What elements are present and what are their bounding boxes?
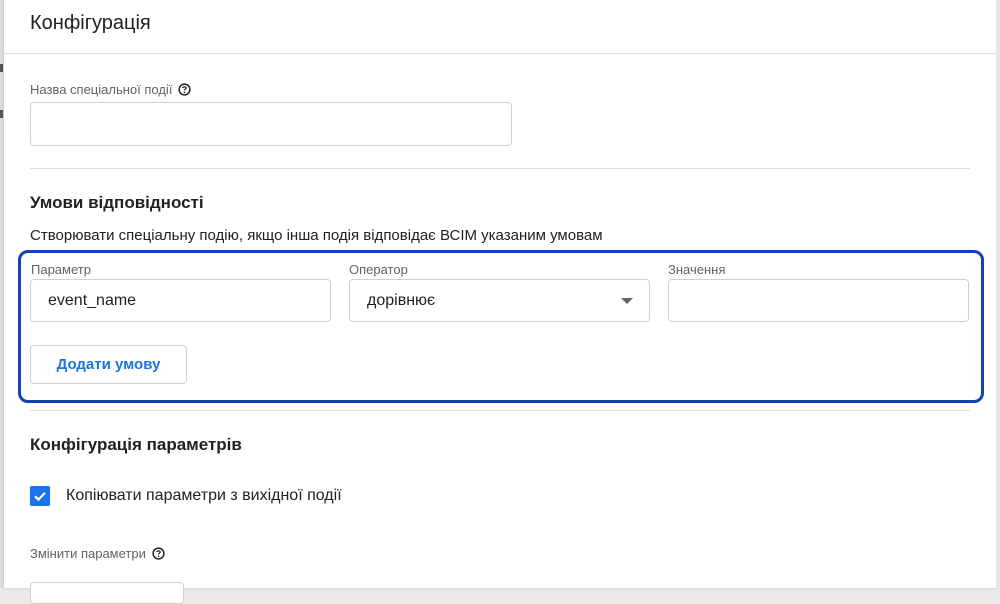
modify-params-label-row: Змінити параметри (30, 546, 165, 561)
modify-params-button[interactable] (30, 582, 184, 604)
modify-params-label: Змінити параметри (30, 546, 146, 561)
conditions-title: Умови відповідності (30, 193, 204, 212)
background-mark (0, 110, 3, 118)
event-name-input[interactable] (30, 102, 512, 146)
copy-params-label: Копіювати параметри з вихідної події (66, 487, 342, 504)
divider (30, 410, 970, 411)
conditions-description: Створювати спеціальну подію, якщо інша п… (30, 227, 603, 244)
check-icon (34, 492, 46, 502)
background-mark (0, 64, 3, 72)
event-name-label: Назва спеціальної події (30, 82, 173, 97)
help-icon[interactable] (152, 547, 165, 560)
help-icon[interactable] (178, 83, 192, 96)
copy-params-checkbox[interactable] (30, 486, 50, 506)
panel-header: Конфігурація (4, 0, 996, 54)
params-config-title: Конфігурація параметрів (30, 435, 242, 454)
divider (30, 168, 970, 169)
background-strip (996, 0, 1000, 588)
page-title: Конфігурація (30, 12, 151, 34)
event-name-label-row: Назва спеціальної події (30, 82, 192, 97)
highlight-annotation (18, 250, 984, 403)
